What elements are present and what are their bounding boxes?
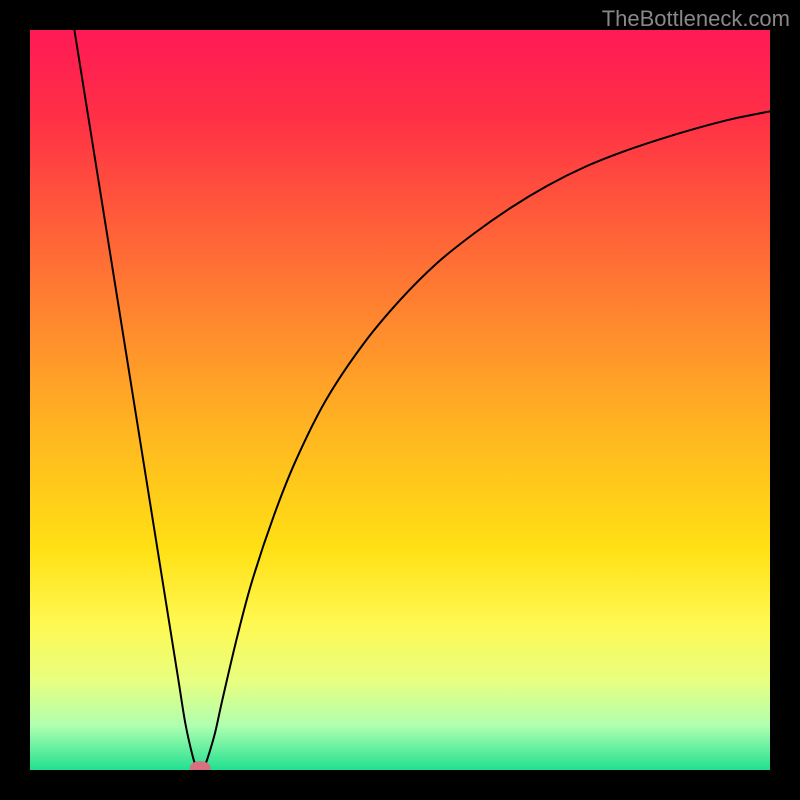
gradient-background [30,30,770,770]
plot-area [30,30,770,770]
bottleneck-chart [30,30,770,770]
chart-container: TheBottleneck.com [0,0,800,800]
watermark-text: TheBottleneck.com [602,6,790,32]
